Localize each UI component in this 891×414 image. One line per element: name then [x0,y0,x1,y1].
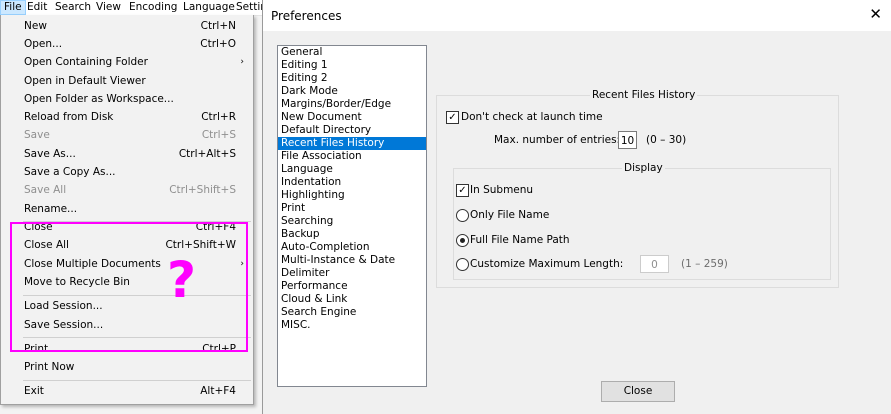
display-group-title: Display [622,162,665,175]
custom-length-input[interactable]: 0 [640,255,669,273]
category-item[interactable]: Cloud & Link [278,293,426,306]
radio-selected-dot [460,238,465,243]
category-item[interactable]: Highlighting [278,189,426,202]
menu-item-label: Exit [24,385,44,397]
menu-item-label: Rename... [24,203,78,215]
category-item[interactable]: Margins/Border/Edge [278,98,426,111]
dialog-titlebar: Preferences ✕ [263,0,891,31]
menu-item-save[interactable]: Save Ctrl+S [1,127,253,144]
menu-item-label: Save As... [24,148,76,160]
custom-length-range: (1 – 259) [681,258,728,270]
menu-item-save-all[interactable]: Save All Ctrl+Shift+S [1,182,253,199]
menu-settings[interactable]: Settin [233,0,262,15]
full-path-radio[interactable] [456,234,469,247]
menu-item-shortcut: Ctrl+Alt+S [178,148,236,160]
full-path-label: Full File Name Path [470,234,570,246]
menu-item-label: Save [24,129,50,141]
menu-item-label: Open Folder as Workspace... [24,93,174,105]
category-item[interactable]: Default Directory [278,124,426,137]
menu-item-label: New [24,20,47,32]
menu-item-print-now[interactable]: Print Now [1,359,253,376]
category-item[interactable]: Performance [278,280,426,293]
category-item[interactable]: Editing 1 [278,59,426,72]
category-item[interactable]: Editing 2 [278,72,426,85]
dont-check-checkbox[interactable]: ✓ [446,111,459,124]
in-submenu-checkbox[interactable]: ✓ [456,184,469,197]
only-file-name-label: Only File Name [470,209,550,221]
menu-item-reload[interactable]: Reload from Disk Ctrl+R [1,109,253,126]
menu-separator [23,380,251,381]
only-file-name-radio[interactable] [456,209,469,222]
category-item[interactable]: Searching [278,215,426,228]
category-item[interactable]: Backup [278,228,426,241]
annotation-highlight-box [10,222,248,352]
annotation-question-mark: ? [167,251,197,309]
menu-file[interactable]: File [0,0,26,15]
chevron-right-icon: › [240,57,244,67]
category-item[interactable]: Language [278,163,426,176]
menu-item-new[interactable]: New Ctrl+N [1,18,253,35]
menu-item-shortcut: Ctrl+Shift+S [169,184,236,196]
category-item[interactable]: Print [278,202,426,215]
customize-length-radio[interactable] [456,258,469,271]
menu-item-label: Save a Copy As... [24,166,116,178]
max-entries-input[interactable]: 10 [618,131,637,149]
customize-length-label: Customize Maximum Length: [470,258,624,270]
menu-item-open-default-viewer[interactable]: Open in Default Viewer [1,73,253,90]
menu-item-label: Reload from Disk [24,111,114,123]
dont-check-label: Don't check at launch time [461,111,603,123]
menu-item-shortcut: Ctrl+R [201,111,236,123]
category-item[interactable]: Delimiter [278,267,426,280]
category-item[interactable]: General [278,46,426,59]
menu-item-shortcut: Ctrl+O [200,38,236,50]
category-item[interactable]: Indentation [278,176,426,189]
menu-item-label: Open in Default Viewer [24,75,146,87]
max-entries-range: (0 – 30) [646,134,687,146]
category-item[interactable]: Dark Mode [278,85,426,98]
menu-item-rename[interactable]: Rename... [1,201,253,218]
menu-item-label: Save All [24,184,67,196]
menu-edit[interactable]: Edit [24,0,50,15]
display-group: Display ✓ In Submenu Only File Name Full… [453,162,831,280]
menu-search[interactable]: Search [52,0,94,15]
max-entries-label: Max. number of entries: [494,134,621,146]
menu-item-label: Print Now [24,361,75,373]
menu-item-open-containing-folder[interactable]: Open Containing Folder › [1,54,253,71]
in-submenu-label: In Submenu [470,184,534,196]
category-item[interactable]: Auto-Completion [278,241,426,254]
menu-item-shortcut: Ctrl+N [200,20,236,32]
category-item[interactable]: Multi-Instance & Date [278,254,426,267]
group-title: Recent Files History [590,89,698,102]
menubar: File Edit Search View Encoding Language … [0,0,262,16]
menu-item-save-as[interactable]: Save As... Ctrl+Alt+S [1,146,253,163]
menu-item-label: Open... [24,38,63,50]
dialog-title: Preferences [271,9,342,23]
menu-view[interactable]: View [93,0,124,15]
category-item[interactable]: File Association [278,150,426,163]
close-button[interactable]: Close [601,381,675,402]
menu-encoding[interactable]: Encoding [126,0,180,15]
menu-language[interactable]: Language [180,0,238,15]
category-item[interactable]: MISC. [278,319,426,332]
recent-files-history-group: Recent Files History ✓ Don't check at la… [436,89,839,288]
category-item[interactable]: Search Engine [278,306,426,319]
menu-item-shortcut: Alt+F4 [200,385,236,397]
menu-item-open-folder-workspace[interactable]: Open Folder as Workspace... [1,91,253,108]
close-icon[interactable]: ✕ [869,5,882,23]
menu-item-exit[interactable]: Exit Alt+F4 [1,383,253,400]
category-item[interactable]: New Document [278,111,426,124]
preferences-dialog: Preferences ✕ General Editing 1 Editing 2D… [262,0,891,414]
menu-item-save-copy-as[interactable]: Save a Copy As... [1,164,253,181]
menu-item-open[interactable]: Open... Ctrl+O [1,36,253,53]
category-list[interactable]: General Editing 1 Editing 2 Dark Mode Margin… [277,45,427,387]
category-item[interactable]: Recent Files History [278,137,426,150]
menu-item-shortcut: Ctrl+S [201,129,236,141]
menu-item-label: Open Containing Folder [24,56,148,68]
